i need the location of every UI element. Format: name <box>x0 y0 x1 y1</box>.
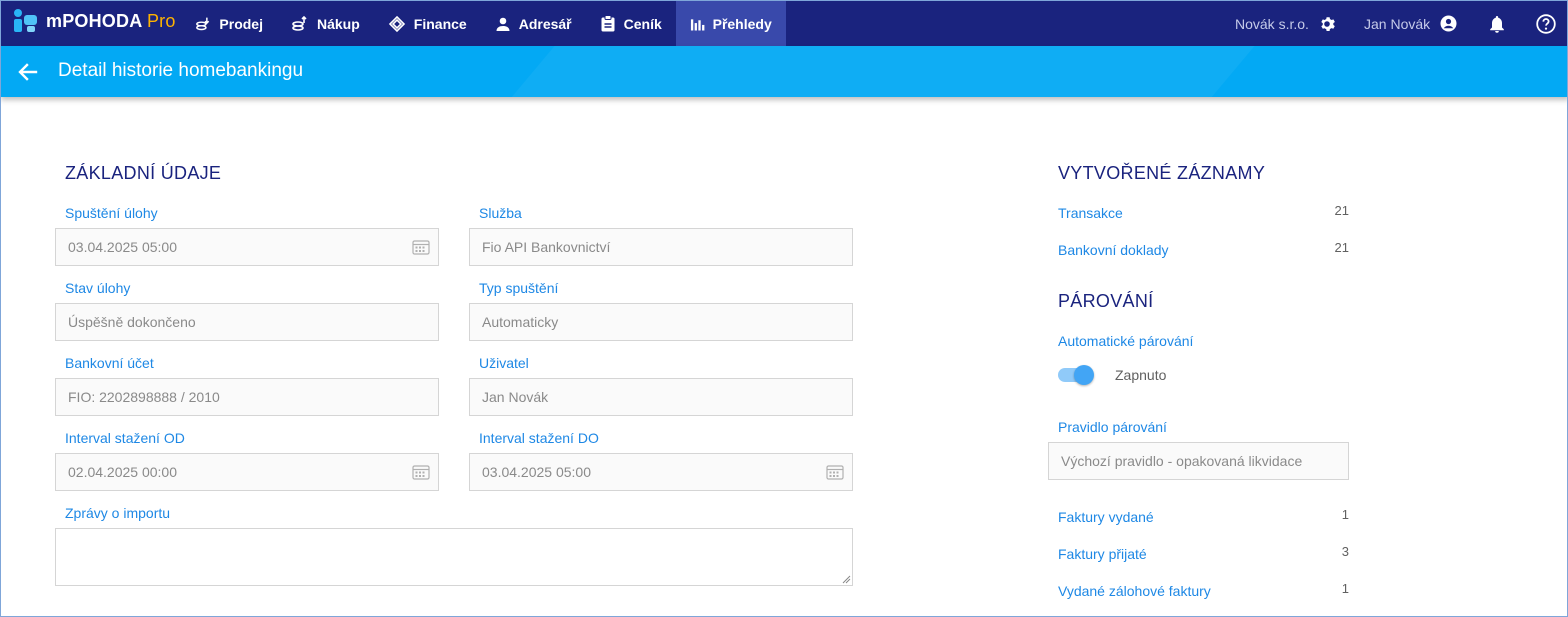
logo-icon <box>14 9 38 33</box>
section-heading-matching: PÁROVÁNÍ <box>1058 291 1154 311</box>
arrow-back-icon <box>18 63 38 81</box>
account-label: Bankovní účet <box>65 355 154 371</box>
page-header: Detail historie homebankingu <box>1 46 1567 97</box>
nav-item-cenik[interactable]: Ceník <box>586 1 676 46</box>
user-label: Uživatel <box>479 355 529 371</box>
company-selector[interactable]: Novák s.r.o. <box>1235 1 1335 46</box>
account-field[interactable]: FIO: 2202898888 / 2010 <box>55 378 439 416</box>
issued-invoices-count: 1 <box>1341 507 1349 522</box>
interval-from-label: Interval stažení OD <box>65 430 185 446</box>
interval-from-field[interactable]: 02.04.2025 00:00 <box>55 453 439 491</box>
notifications-button[interactable] <box>1489 1 1505 46</box>
account-circle-icon <box>1440 15 1457 32</box>
nav-item-prodej[interactable]: Prodej <box>181 1 277 46</box>
main-menu: Prodej Nákup Finance Adresář Ceník Přehl… <box>181 1 786 46</box>
page-title: Detail historie homebankingu <box>58 60 304 81</box>
nav-item-nakup[interactable]: Nákup <box>277 1 374 46</box>
interval-to-label: Interval stažení DO <box>479 430 599 446</box>
back-button[interactable] <box>15 59 41 85</box>
calendar-icon[interactable] <box>412 464 430 480</box>
auto-matching-label: Automatické párování <box>1058 333 1194 349</box>
interval-to-field[interactable]: 03.04.2025 05:00 <box>469 453 853 491</box>
help-button[interactable] <box>1536 1 1556 46</box>
person-icon <box>496 17 510 31</box>
run-type-label: Typ spuštění <box>479 280 559 296</box>
help-icon <box>1536 13 1556 34</box>
top-navigation: mPOHODA Pro Prodej Nákup Finance Adresář <box>1 1 1567 46</box>
resize-handle-icon[interactable] <box>842 575 851 584</box>
calendar-icon[interactable] <box>826 464 844 480</box>
app-logo[interactable]: mPOHODA Pro <box>14 9 176 33</box>
bell-icon <box>1490 15 1504 33</box>
messages-label: Zprávy o importu <box>65 505 171 521</box>
auto-matching-state: Zapnuto <box>1115 367 1167 383</box>
bar-chart-icon <box>690 18 705 31</box>
nav-item-prehledy[interactable]: Přehledy <box>675 1 786 46</box>
issued-invoices-link[interactable]: Faktury vydané <box>1058 509 1154 525</box>
app-window: mPOHODA Pro Prodej Nákup Finance Adresář <box>0 0 1568 617</box>
advance-invoices-count: 1 <box>1341 581 1349 596</box>
section-heading-basic: ZÁKLADNÍ ÚDAJE <box>65 163 222 183</box>
section-heading-created: VYTVOŘENÉ ZÁZNAMY <box>1058 163 1266 183</box>
service-label: Služba <box>479 205 522 221</box>
nav-item-finance[interactable]: Finance <box>374 1 481 46</box>
purchase-icon <box>292 15 307 31</box>
transactions-count: 21 <box>1334 203 1349 218</box>
finance-icon <box>388 15 405 32</box>
transactions-link[interactable]: Transakce <box>1058 205 1123 221</box>
received-invoices-count: 3 <box>1341 544 1349 559</box>
user-menu[interactable]: Jan Novák <box>1364 1 1457 46</box>
state-label: Stav úlohy <box>65 280 131 296</box>
rule-label: Pravidlo párování <box>1058 419 1167 435</box>
advance-invoices-link[interactable]: Vydané zálohové faktury <box>1058 583 1211 599</box>
service-field[interactable]: Fio API Bankovnictví <box>469 228 853 266</box>
rule-field[interactable]: Výchozí pravidlo - opakovaná likvidace <box>1048 442 1349 480</box>
run-type-field[interactable]: Automaticky <box>469 303 853 341</box>
bank-docs-count: 21 <box>1334 240 1349 255</box>
start-label: Spuštění úlohy <box>65 205 158 221</box>
messages-textarea[interactable] <box>55 528 853 586</box>
calendar-icon[interactable] <box>412 239 430 255</box>
received-invoices-link[interactable]: Faktury přijaté <box>1058 546 1147 562</box>
user-field[interactable]: Jan Novák <box>469 378 853 416</box>
clipboard-icon <box>601 15 615 32</box>
start-field[interactable]: 03.04.2025 05:00 <box>55 228 439 266</box>
nav-item-adresar[interactable]: Adresář <box>481 1 586 46</box>
app-name: mPOHODA Pro <box>46 10 176 31</box>
bank-docs-link[interactable]: Bankovní doklady <box>1058 242 1169 258</box>
auto-matching-toggle[interactable] <box>1058 365 1096 385</box>
gear-icon <box>1321 16 1335 31</box>
sales-icon <box>196 17 210 30</box>
state-field[interactable]: Úspěšně dokončeno <box>55 303 439 341</box>
